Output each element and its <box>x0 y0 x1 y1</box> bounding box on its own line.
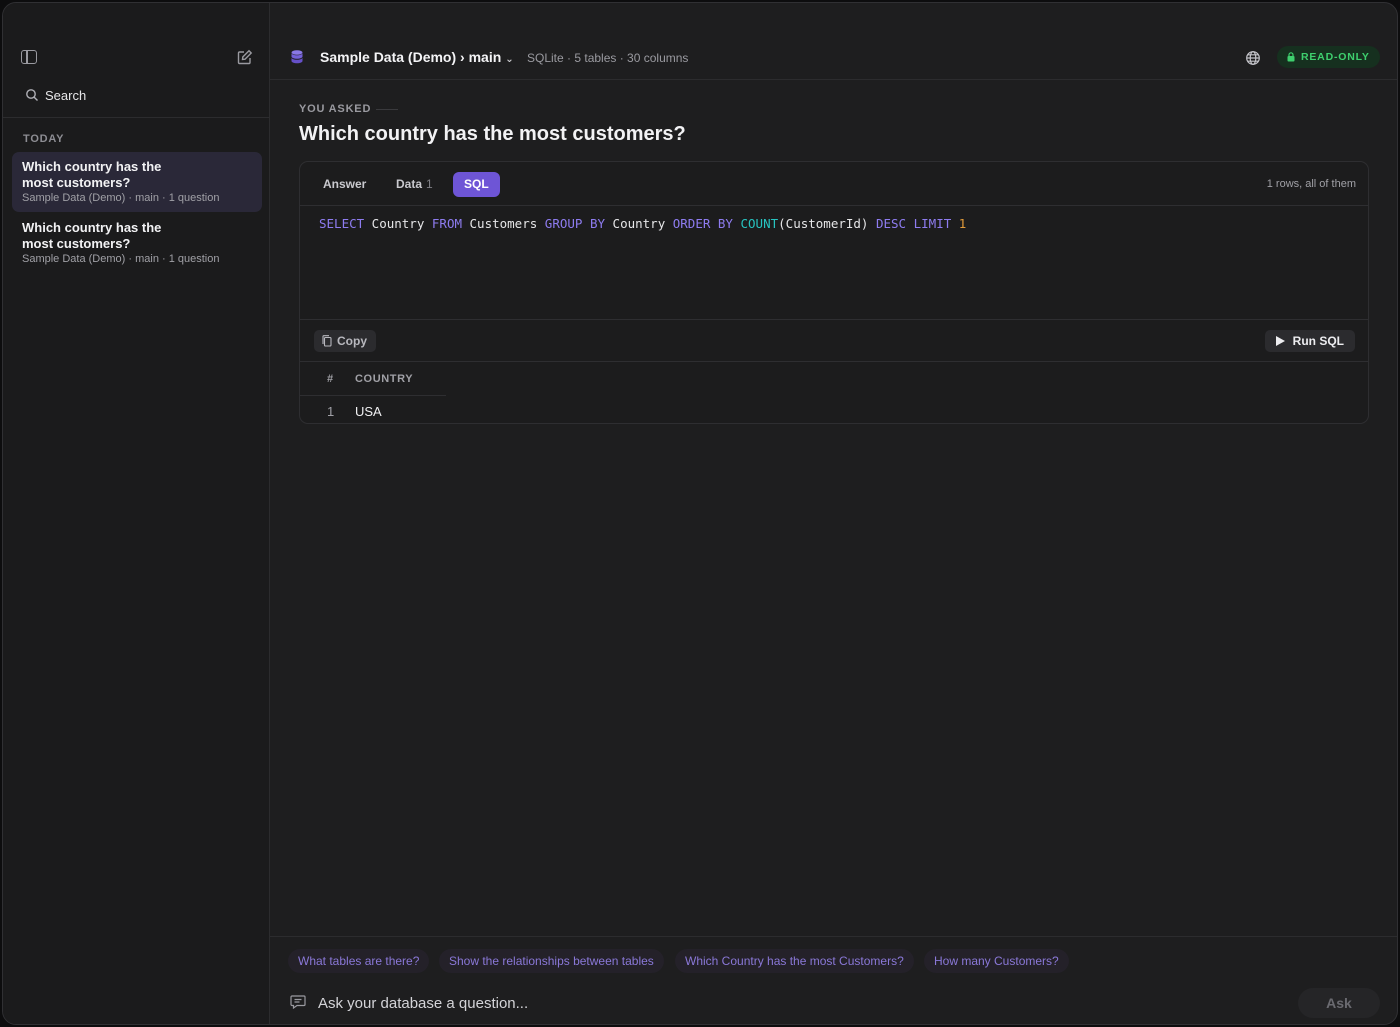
main-panel: Sample Data (Demo) › main ⌄ SQLite · 5 ta… <box>270 3 1397 1024</box>
copy-icon <box>322 335 332 347</box>
sql-code-block: SELECT Country FROM Customers GROUP BY C… <box>300 206 1368 320</box>
search-input[interactable] <box>45 86 245 104</box>
table-row: 1 USA <box>300 396 446 423</box>
divider <box>3 117 269 118</box>
ask-button[interactable]: Ask <box>1298 988 1380 1018</box>
search-icon <box>26 89 38 101</box>
toggle-sidebar-icon[interactable] <box>21 50 37 64</box>
sidebar-search[interactable] <box>15 81 259 109</box>
topbar: Sample Data (Demo) › main ⌄ SQLite · 5 ta… <box>270 3 1397 80</box>
suggestion-chip[interactable]: Show the relationships between tables <box>439 949 664 973</box>
tab-count: 1 <box>426 177 433 191</box>
chat-bubble-icon <box>290 995 306 1009</box>
suggestion-chip[interactable]: How many Customers? <box>924 949 1069 973</box>
copy-label: Copy <box>337 334 367 348</box>
globe-icon[interactable] <box>1245 50 1261 66</box>
conversation-meta: Sample Data (Demo) · main · 1 question <box>22 192 220 204</box>
tab-answer[interactable]: Answer <box>312 172 377 197</box>
sql-token: Country <box>364 216 432 231</box>
conversation-item[interactable]: Which country has the most customers? Sa… <box>12 152 262 212</box>
database-icon <box>291 50 303 64</box>
sql-token: FROM <box>431 216 462 231</box>
sql-toolbar: Copy Run SQL <box>300 320 1368 362</box>
sql-token: Country <box>605 216 673 231</box>
column-header-index: # <box>327 373 334 385</box>
result-table: # COUNTRY 1 USA <box>300 362 446 423</box>
app-window: TODAY Which country has the most custome… <box>2 2 1398 1025</box>
suggestion-chip[interactable]: Which Country has the most Customers? <box>675 949 914 973</box>
cell-country: USA <box>355 404 382 419</box>
composer-area: What tables are there? Show the relation… <box>270 936 1397 1024</box>
answer-tabs: Answer Data 1 SQL 1 rows, all of them <box>300 162 1368 206</box>
rows-count-note: 1 rows, all of them <box>1266 178 1356 190</box>
divider <box>376 109 398 110</box>
result-table-header: # COUNTRY <box>300 362 446 396</box>
row-index: 1 <box>327 404 335 419</box>
sql-token: GROUP BY <box>544 216 606 231</box>
database-selector[interactable]: Sample Data (Demo) › main ⌄ <box>320 49 514 65</box>
database-meta: SQLite · 5 tables · 30 columns <box>527 51 689 65</box>
database-title: Sample Data (Demo) › main <box>320 49 502 65</box>
sql-token: ORDER BY <box>672 216 733 231</box>
new-chat-icon[interactable] <box>237 49 253 65</box>
conversation-meta: Sample Data (Demo) · main · 1 question <box>22 253 220 265</box>
sql-token: COUNT <box>740 216 779 231</box>
tab-sql[interactable]: SQL <box>453 172 500 197</box>
answer-card: Answer Data 1 SQL 1 rows, all of them SEL… <box>299 161 1369 424</box>
tab-data[interactable]: Data 1 <box>385 172 444 197</box>
sidebar-toolbar <box>3 43 269 73</box>
run-sql-button[interactable]: Run SQL <box>1264 330 1355 352</box>
read-only-badge: READ-ONLY <box>1277 46 1380 68</box>
sql-token: DESC <box>875 216 907 231</box>
lock-icon <box>1287 52 1295 62</box>
conversation-title: Which country has the most customers? <box>22 159 162 190</box>
sql-token: SELECT <box>319 216 365 231</box>
question-input[interactable] <box>318 992 1278 1014</box>
column-header-country: COUNTRY <box>355 373 414 385</box>
section-label-today: TODAY <box>23 133 65 145</box>
sql-token: 1 <box>958 216 967 231</box>
run-sql-label: Run SQL <box>1292 334 1344 348</box>
play-icon <box>1275 336 1285 346</box>
tab-label: Data <box>396 177 423 191</box>
question-text: Which country has the most customers? <box>299 123 686 145</box>
you-asked-label: YOU ASKED <box>299 103 372 115</box>
sql-token: Customers <box>462 216 545 231</box>
copy-button[interactable]: Copy <box>314 330 376 352</box>
chevron-down-icon: ⌄ <box>505 54 514 65</box>
tab-label: Answer <box>323 177 367 191</box>
read-only-label: READ-ONLY <box>1301 51 1370 63</box>
suggestion-chip[interactable]: What tables are there? <box>288 949 430 973</box>
sql-token: LIMIT <box>913 216 952 231</box>
conversation-title: Which country has the most customers? <box>22 220 162 251</box>
tab-label: SQL <box>464 177 489 191</box>
conversation-item[interactable]: Which country has the most customers? Sa… <box>12 213 262 273</box>
sql-token: (CustomerId) <box>778 216 876 231</box>
sidebar: TODAY Which country has the most custome… <box>3 3 270 1024</box>
